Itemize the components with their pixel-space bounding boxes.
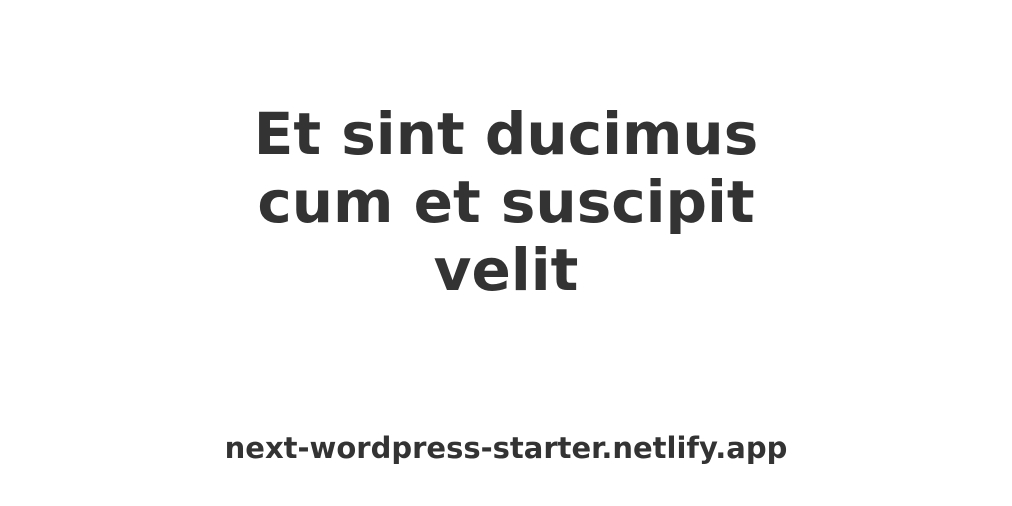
post-title-line: cum et suscipit bbox=[257, 168, 755, 236]
post-title-line: velit bbox=[433, 236, 579, 304]
post-title-line: Et sint ducimus bbox=[253, 100, 759, 168]
og-image-card: Et sint ducimus cum et suscipit velit ne… bbox=[0, 0, 1012, 506]
post-title: Et sint ducimus cum et suscipit velit bbox=[0, 100, 1012, 304]
site-url: next-wordpress-starter.netlify.app bbox=[224, 431, 788, 465]
